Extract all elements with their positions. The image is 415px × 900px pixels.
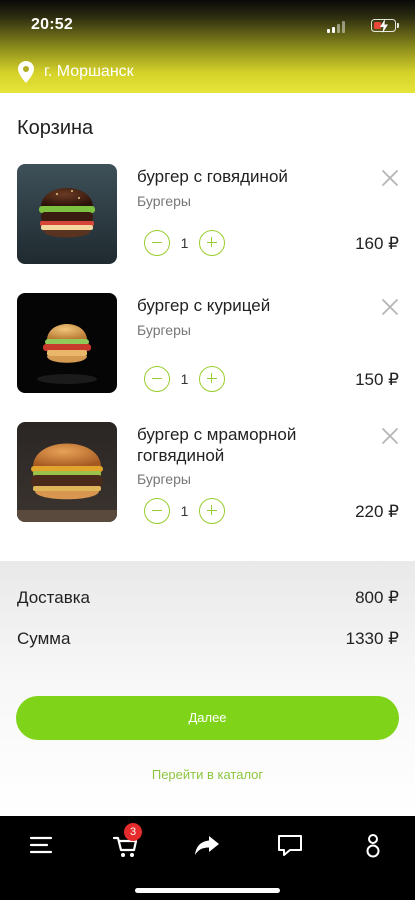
increase-button[interactable]: [199, 366, 225, 392]
nav-menu[interactable]: [21, 828, 61, 862]
sum-label: Сумма: [17, 629, 71, 648]
nav-cart[interactable]: 3: [105, 823, 145, 862]
item-category: Бургеры: [137, 193, 191, 209]
location-pin-icon: [18, 61, 34, 83]
header: 20:52 г. Моршанск: [0, 0, 415, 93]
decrease-button[interactable]: [144, 498, 170, 524]
battery-icon: [371, 19, 399, 33]
nav-chat[interactable]: [270, 828, 310, 862]
delivery-value: 800 ₽: [355, 588, 399, 607]
item-name: бургер с курицей: [137, 296, 271, 315]
nav-profile[interactable]: [353, 828, 393, 862]
cart-item: бургер с говядиной Бургеры 1 160 ₽: [0, 164, 415, 274]
quantity-stepper: 1: [144, 366, 226, 392]
status-time: 20:52: [31, 16, 73, 33]
page-title: Корзина: [17, 117, 94, 139]
next-button[interactable]: Далее: [16, 696, 399, 740]
quantity-value: 1: [180, 503, 189, 519]
item-price: 220 ₽: [355, 502, 399, 521]
quantity-value: 1: [180, 371, 189, 387]
item-category: Бургеры: [137, 322, 191, 338]
decrease-button[interactable]: [144, 230, 170, 256]
increase-button[interactable]: [199, 498, 225, 524]
location-city: г. Моршанск: [44, 63, 134, 80]
product-image-marbled-beef-burger[interactable]: [17, 422, 117, 522]
cart-badge: 3: [124, 823, 142, 841]
remove-item-icon[interactable]: [381, 427, 399, 445]
menu-icon: [29, 836, 53, 854]
quantity-stepper: 1: [144, 498, 226, 524]
product-image-chicken-burger[interactable]: [17, 293, 117, 393]
item-price: 150 ₽: [355, 370, 399, 389]
catalog-link[interactable]: Перейти в каталог: [0, 767, 415, 782]
item-name: бургер с мраморной гогвядиной: [137, 425, 297, 465]
item-category: Бургеры: [137, 471, 191, 487]
signal-icon: [327, 21, 347, 33]
home-indicator: [135, 888, 280, 893]
location-selector[interactable]: г. Моршанск: [18, 60, 134, 84]
increase-button[interactable]: [199, 230, 225, 256]
nav-share[interactable]: [187, 828, 227, 862]
item-price: 160 ₽: [355, 234, 399, 253]
sum-value: 1330 ₽: [345, 629, 399, 648]
cart-panel: Корзина бургер с говядиной Бургеры 1 160…: [0, 93, 415, 561]
quantity-value: 1: [180, 235, 189, 251]
remove-item-icon[interactable]: [381, 298, 399, 316]
remove-item-icon[interactable]: [381, 169, 399, 187]
cart-item: бургер с мраморной гогвядиной Бургеры 1 …: [0, 422, 415, 532]
quantity-stepper: 1: [144, 230, 226, 256]
item-name: бургер с говядиной: [137, 167, 288, 186]
product-image-beef-burger[interactable]: [17, 164, 117, 264]
cart-item: бургер с курицей Бургеры 1 150 ₽: [0, 293, 415, 403]
delivery-label: Доставка: [17, 588, 91, 607]
profile-icon: [366, 834, 380, 858]
share-icon: [195, 836, 219, 855]
decrease-button[interactable]: [144, 366, 170, 392]
chat-icon: [278, 835, 302, 856]
status-bar: 20:52: [0, 0, 415, 50]
